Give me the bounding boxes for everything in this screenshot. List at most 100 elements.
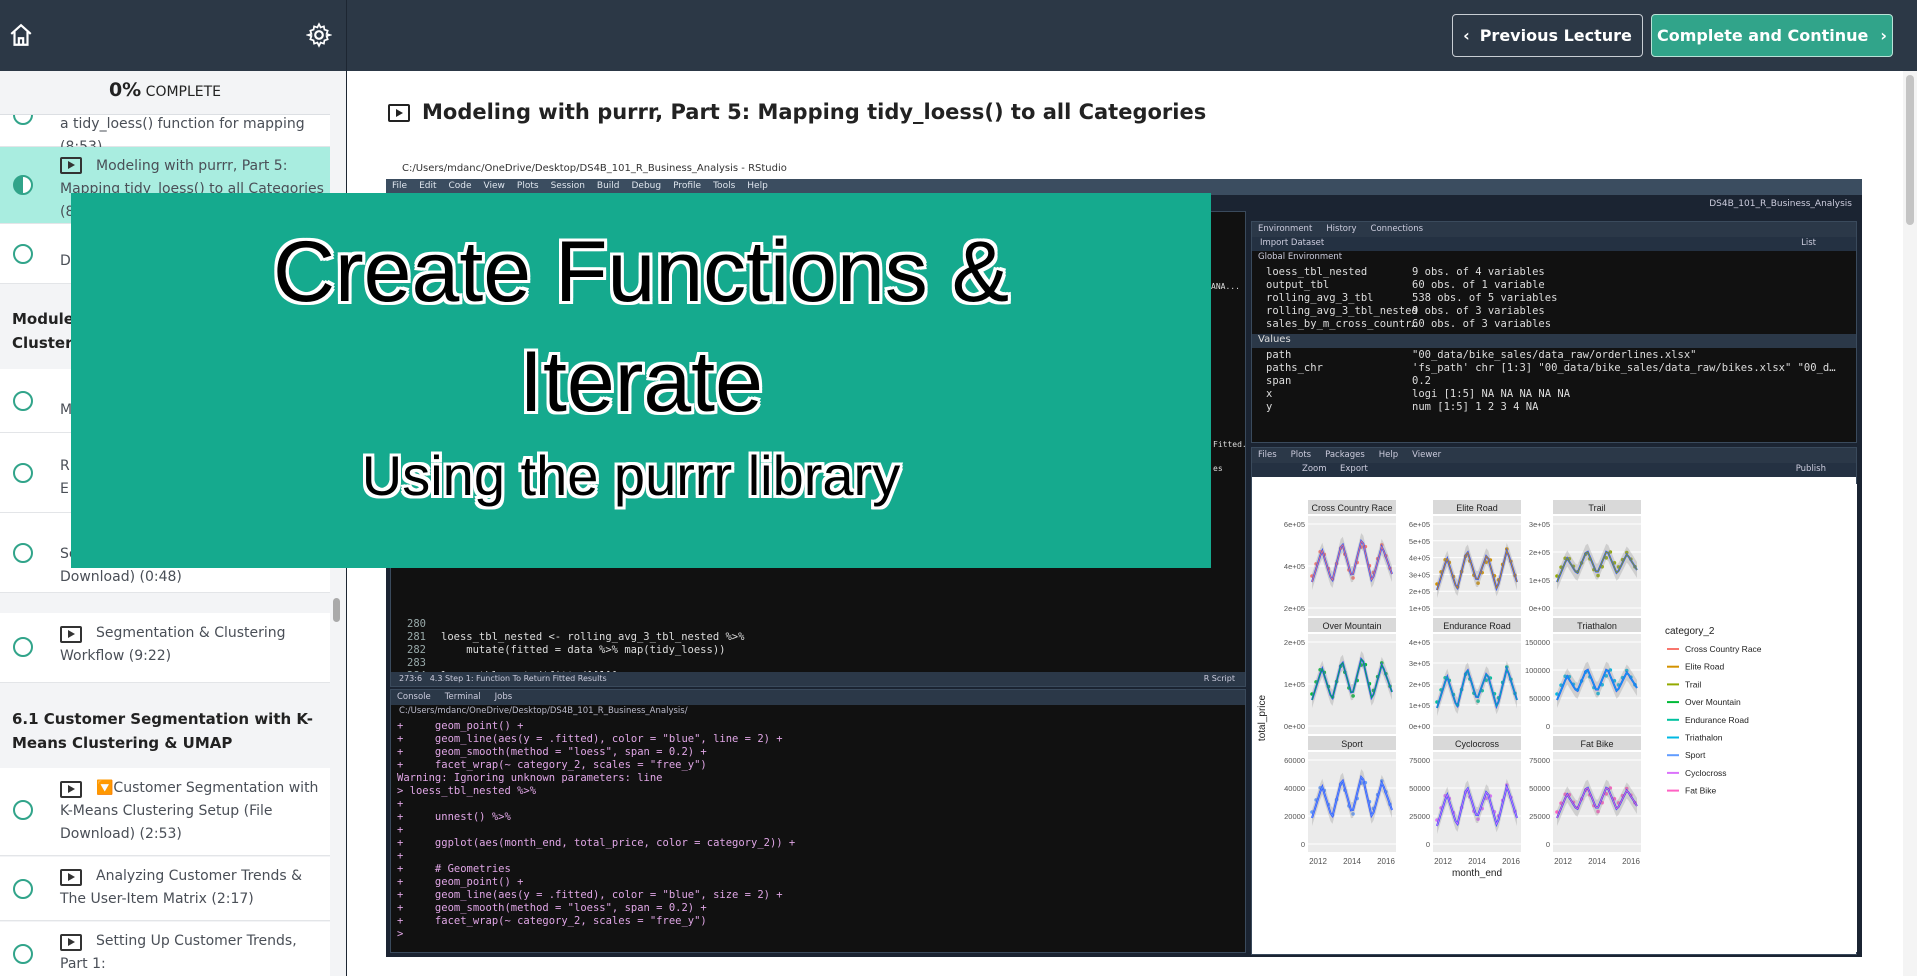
variable-value: "00_data/bike_sales/data_raw/orderlines.… xyxy=(1412,349,1697,361)
incomplete-circle-icon xyxy=(13,244,33,264)
tab-plots[interactable]: Plots xyxy=(1291,450,1311,460)
facet-strip-label: Over Mountain xyxy=(1322,621,1381,631)
home-icon[interactable] xyxy=(8,22,34,48)
incomplete-circle-icon xyxy=(13,637,33,657)
legend-entry: Triathalon xyxy=(1685,733,1723,743)
environment-row[interactable]: sales_by_m_cross_countr… 60 obs. of 3 var… xyxy=(1252,318,1856,331)
tab-connections[interactable]: Connections xyxy=(1371,224,1424,234)
variable-name: y xyxy=(1266,401,1273,413)
y-tick-label: 60000 xyxy=(1284,756,1305,765)
incomplete-circle-icon xyxy=(13,543,33,563)
legend-entry: Fat Bike xyxy=(1685,786,1716,796)
menu-item-code[interactable]: Code xyxy=(449,181,472,191)
main-scrollbar[interactable] xyxy=(1903,71,1917,976)
environment-panel: Environment History Connections Import Dat… xyxy=(1251,221,1857,443)
progress-label: COMPLETE xyxy=(145,84,222,100)
environment-row[interactable]: loess_tbl_nested 9 obs. of 4 variables xyxy=(1252,266,1856,279)
lecture-label: 🔽Customer Segmentation with K-Means Clus… xyxy=(60,780,319,842)
environment-row[interactable]: y num [1:5] 1 2 3 4 NA xyxy=(1252,401,1856,414)
y-tick-label: 20000 xyxy=(1284,812,1305,821)
menu-item-help[interactable]: Help xyxy=(747,181,768,191)
y-tick-label: 2e+05 xyxy=(1409,680,1430,689)
y-tick-label: 3e+05 xyxy=(1409,570,1430,579)
x-tick-label: 2012 xyxy=(1554,857,1572,866)
tab-terminal[interactable]: Terminal xyxy=(445,692,481,702)
facet-strip-label: Elite Road xyxy=(1456,503,1498,513)
facet-strip-label: Trail xyxy=(1588,503,1605,513)
variable-value: logi [1:5] NA NA NA NA NA xyxy=(1412,388,1571,400)
incomplete-circle-icon xyxy=(13,463,33,483)
variable-name: rolling_avg_3_tbl_nested xyxy=(1266,305,1418,317)
tab-viewer[interactable]: Viewer xyxy=(1412,450,1441,460)
export-button[interactable]: Export xyxy=(1340,464,1368,474)
y-tick-label: 6e+05 xyxy=(1409,520,1430,529)
variable-name: paths_chr xyxy=(1266,362,1323,374)
y-tick-label: 75000 xyxy=(1409,756,1430,765)
y-tick-label: 75000 xyxy=(1529,756,1550,765)
tab-help[interactable]: Help xyxy=(1379,450,1398,460)
y-tick-label: 3e+05 xyxy=(1529,520,1550,529)
variable-name: span xyxy=(1266,375,1292,387)
progress-percent: 0% xyxy=(108,79,142,101)
menu-item-debug[interactable]: Debug xyxy=(632,181,662,191)
tab-jobs[interactable]: Jobs xyxy=(495,692,513,702)
legend-entry: Cyclocross xyxy=(1685,768,1727,778)
top-bar: ‹ Previous Lecture Complete and Continue… xyxy=(0,0,1917,71)
environment-values: path "00_data/bike_sales/data_raw/orderli… xyxy=(1252,349,1856,414)
environment-row[interactable]: x logi [1:5] NA NA NA NA NA xyxy=(1252,388,1856,401)
variable-value: 60 obs. of 3 variables xyxy=(1412,318,1552,330)
y-tick-label: 1e+05 xyxy=(1409,701,1430,710)
complete-and-continue-button[interactable]: Complete and Continue › xyxy=(1651,14,1893,57)
environment-row[interactable]: paths_chr 'fs_path' chr [1:3] "00_data/bi… xyxy=(1252,362,1856,375)
tab-history[interactable]: History xyxy=(1326,224,1356,234)
cursor-position: 273:6 xyxy=(399,674,423,683)
editor-side-text: es xyxy=(1213,464,1223,473)
tab-environment[interactable]: Environment xyxy=(1258,224,1312,234)
y-tick-label: 2e+05 xyxy=(1284,638,1305,647)
lecture-item[interactable]: Setting Up Customer Trends, Part 1: xyxy=(0,922,330,976)
environment-row[interactable]: rolling_avg_3_tbl 538 obs. of 5 variables xyxy=(1252,292,1856,305)
variable-value: 9 obs. of 4 variables xyxy=(1412,266,1545,278)
menu-item-view[interactable]: View xyxy=(484,181,505,191)
lecture-label: Analyzing Customer Trends & The User-Ite… xyxy=(60,868,303,907)
y-axis-title: total_price xyxy=(1257,694,1268,741)
menu-item-file[interactable]: File xyxy=(392,181,407,191)
environment-row[interactable]: rolling_avg_3_tbl_nested 9 obs. of 3 vari… xyxy=(1252,305,1856,318)
environment-row[interactable]: span 0.2 xyxy=(1252,375,1856,388)
lecture-item[interactable]: 🔽Customer Segmentation with K-Means Clus… xyxy=(0,768,330,856)
y-tick-label: 0 xyxy=(1301,840,1305,849)
import-dataset-button[interactable]: Import Dataset xyxy=(1260,238,1324,248)
plots-tabs: Files Plots Packages Help Viewer xyxy=(1252,448,1856,463)
environment-row[interactable]: path "00_data/bike_sales/data_raw/orderli… xyxy=(1252,349,1856,362)
menu-item-edit[interactable]: Edit xyxy=(419,181,436,191)
menu-item-build[interactable]: Build xyxy=(597,181,620,191)
menu-item-plots[interactable]: Plots xyxy=(517,181,539,191)
facet-strip-label: Fat Bike xyxy=(1580,739,1613,749)
tab-files[interactable]: Files xyxy=(1258,450,1277,460)
previous-lecture-button[interactable]: ‹ Previous Lecture xyxy=(1452,14,1643,57)
x-tick-label: 2012 xyxy=(1434,857,1452,866)
menu-item-profile[interactable]: Profile xyxy=(673,181,701,191)
y-tick-label: 0e+00 xyxy=(1409,722,1430,731)
lecture-item[interactable]: Analyzing Customer Trends & The User-Ite… xyxy=(0,857,330,921)
title-card-line-2: Iterate xyxy=(519,334,763,430)
x-axis-title: month_end xyxy=(1452,868,1502,879)
environment-row[interactable]: output_tbl 60 obs. of 1 variable xyxy=(1252,279,1856,292)
zoom-button[interactable]: Zoom xyxy=(1302,464,1327,474)
lecture-item[interactable]: Segmentation & Clustering Workflow (9:22… xyxy=(0,613,330,683)
publish-button[interactable]: Publish xyxy=(1796,464,1826,474)
menu-item-session[interactable]: Session xyxy=(551,181,585,191)
tab-console[interactable]: Console xyxy=(397,692,431,702)
list-view-toggle[interactable]: List xyxy=(1801,238,1816,248)
menu-item-tools[interactable]: Tools xyxy=(713,181,735,191)
section-heading: 6.1 Customer Segmentation with K-Means C… xyxy=(0,707,330,757)
gear-icon[interactable] xyxy=(306,22,332,48)
variable-value: 60 obs. of 1 variable xyxy=(1412,279,1545,291)
title-card-line-3: Using the purrr library xyxy=(361,444,901,507)
main-scrollbar-thumb[interactable] xyxy=(1906,75,1914,225)
tab-packages[interactable]: Packages xyxy=(1325,450,1365,460)
legend-entry: Over Mountain xyxy=(1685,697,1741,707)
sidebar-scrollbar[interactable] xyxy=(333,598,340,622)
y-tick-label: 2e+05 xyxy=(1529,548,1550,557)
environment-scope[interactable]: Global Environment xyxy=(1258,252,1342,262)
